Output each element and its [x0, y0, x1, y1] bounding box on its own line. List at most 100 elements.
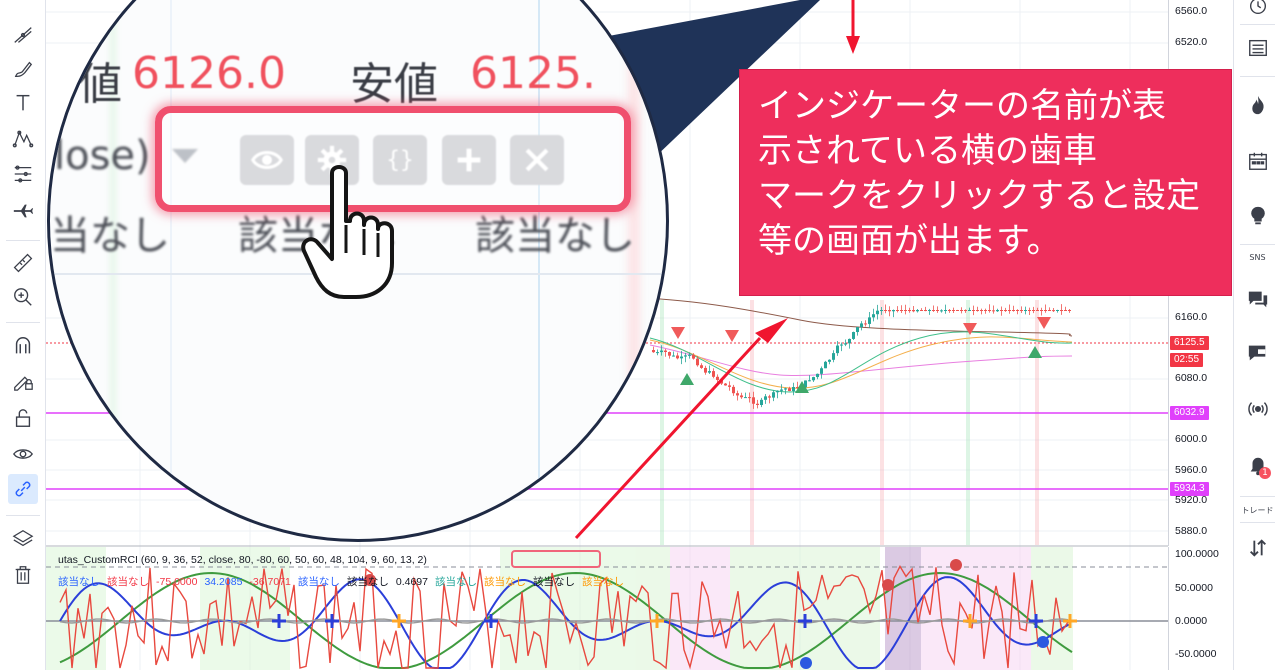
eye-icon	[13, 449, 33, 459]
candle-body	[712, 371, 715, 377]
unlock-tool[interactable]	[8, 403, 38, 433]
remove-drawings-tool[interactable]	[8, 560, 38, 590]
candle-body	[1060, 310, 1063, 311]
candle-body	[924, 310, 927, 311]
candle-body	[748, 397, 751, 399]
candle-body	[892, 310, 895, 312]
indicator-value: 該当なし	[484, 576, 526, 588]
hline-lower-tag: 5934.3	[1170, 482, 1209, 496]
lock-drawing-pencil-icon	[14, 376, 33, 391]
candle-body	[1012, 310, 1015, 311]
lock-drawing-tool[interactable]	[8, 366, 38, 396]
trend-line-tool-icon	[14, 27, 32, 43]
plus-icon	[457, 148, 481, 172]
candle-body	[1048, 310, 1051, 311]
candle-body	[928, 310, 931, 311]
candle-body	[964, 310, 967, 311]
candle-body	[1056, 310, 1059, 311]
zoom-tool[interactable]	[8, 282, 38, 312]
lightbulb-icon	[1251, 206, 1265, 225]
candle-body	[920, 310, 923, 311]
candle-body	[956, 310, 959, 311]
candle-body	[732, 386, 735, 394]
object-tree-tool[interactable]	[8, 524, 38, 554]
candle-body	[908, 310, 911, 311]
streams-button[interactable]	[1242, 393, 1274, 425]
candle-body	[940, 310, 943, 312]
indicator-scale[interactable]: 100.0000 50.0000 0.0000 -50.0000	[1168, 547, 1232, 670]
candle-body	[1000, 310, 1003, 311]
candle-body	[852, 332, 855, 339]
candle-body	[1044, 310, 1047, 311]
forecast-tool-icon	[13, 204, 34, 218]
indicator-value: 該当なし	[582, 576, 624, 588]
indicator-value: 該当なし	[107, 576, 149, 588]
candle-body	[684, 355, 687, 357]
private-chat-icon	[1248, 345, 1266, 361]
indicator-legend[interactable]: utas_CustomRCI (60, 9, 36, 52, close, 80…	[58, 554, 427, 566]
hide-drawings-tool[interactable]	[8, 439, 38, 469]
candle-body	[788, 388, 791, 392]
candle-body	[780, 389, 783, 391]
candle-body	[816, 373, 819, 378]
candle-body	[820, 368, 823, 374]
candle-body	[952, 310, 955, 311]
candle-body	[760, 399, 763, 405]
candle-body	[744, 397, 747, 399]
candle-body	[1036, 310, 1039, 311]
ruler-icon	[13, 253, 33, 273]
candle-body	[900, 310, 903, 311]
ruler-tool[interactable]	[8, 248, 38, 278]
fib-tool-icon	[14, 165, 32, 183]
candle-body	[972, 310, 975, 311]
candle-body	[808, 380, 811, 382]
mag-add-button	[442, 135, 496, 185]
notifications-button[interactable]: 1	[1242, 450, 1274, 482]
calendar-icon	[1249, 152, 1267, 170]
sync-drawings-tool[interactable]	[8, 474, 38, 504]
candle-body	[996, 310, 999, 312]
indicator-value: 該当なし	[346, 576, 389, 588]
watchlist-button[interactable]	[1242, 0, 1274, 22]
candle-body	[1064, 310, 1067, 311]
chats-button[interactable]	[1242, 283, 1274, 315]
candle-body	[764, 396, 767, 400]
candle-body	[824, 361, 827, 369]
candle-body	[884, 310, 887, 311]
forecast-tool[interactable]	[8, 196, 38, 226]
candle-body	[752, 397, 755, 404]
trend-line-tool[interactable]	[8, 20, 38, 50]
private-chats-button[interactable]	[1242, 337, 1274, 369]
candle-body	[936, 310, 939, 311]
indicator-tick: 50.0000	[1175, 582, 1213, 594]
indicator-tick: 100.0000	[1175, 548, 1219, 560]
text-tool[interactable]	[8, 88, 38, 118]
sns-label: SNS	[1249, 253, 1266, 262]
pattern-tool[interactable]	[8, 124, 38, 154]
candle-body	[680, 356, 683, 359]
candle-body	[1024, 310, 1027, 312]
price-tick: 5880.0	[1175, 525, 1208, 537]
indicator-value: 該当なし	[58, 576, 100, 588]
candle-body	[700, 365, 703, 368]
details-button[interactable]	[1242, 32, 1274, 64]
indicator-values: 該当なし 該当なし -75.0000 34.2085 -36.7071 該当なし 該当なし 0…	[58, 574, 631, 589]
price-tick: 5960.0	[1175, 464, 1208, 476]
dom-button[interactable]	[1242, 532, 1274, 564]
magnet-tool[interactable]	[8, 331, 38, 361]
candle-body	[768, 396, 771, 398]
mag-low-label: 安値	[350, 59, 438, 110]
fib-tool[interactable]	[8, 159, 38, 189]
brush-tool[interactable]	[8, 54, 38, 84]
candle-body	[856, 327, 859, 333]
calendar-button[interactable]	[1242, 145, 1274, 177]
hotlists-button[interactable]	[1242, 89, 1274, 121]
hline-upper-tag: 6032.9	[1170, 406, 1209, 420]
candle-body	[992, 310, 995, 312]
candle-body	[1008, 310, 1011, 311]
candle-body	[812, 377, 815, 381]
notification-count-badge: 1	[1259, 467, 1271, 479]
ideas-button[interactable]	[1242, 200, 1274, 232]
candle-body	[772, 392, 775, 398]
candle-body	[792, 387, 795, 392]
